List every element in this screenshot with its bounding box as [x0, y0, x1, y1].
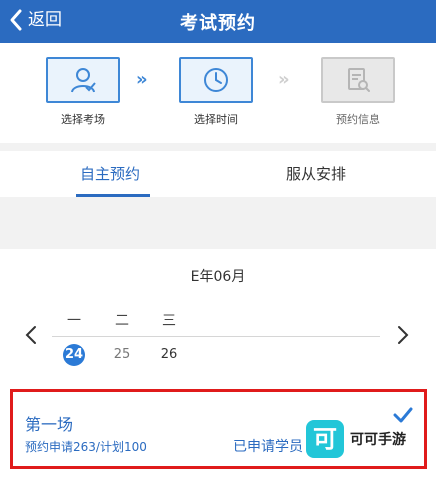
divider: [0, 197, 436, 249]
session-quota: 预约申请263/计划100: [25, 440, 147, 454]
weekday-label: 一: [67, 313, 81, 329]
step-arrow-icon: »: [136, 69, 148, 90]
day-26[interactable]: 26: [158, 344, 180, 366]
day-25[interactable]: 25: [111, 344, 133, 366]
step-select-venue: 选择考场: [38, 57, 128, 127]
step-box: [179, 57, 253, 103]
day-24[interactable]: 24: [63, 344, 85, 366]
next-week-button[interactable]: [392, 322, 414, 348]
month-label: E年06月: [190, 269, 246, 285]
prev-week-button[interactable]: [20, 322, 42, 348]
step-label: 选择时间: [194, 113, 238, 126]
step-arrow-icon: »: [278, 69, 290, 90]
step-booking-info: 预约信息: [313, 57, 403, 127]
step-label: 选择考场: [61, 113, 105, 126]
watermark-logo-icon: 可: [306, 420, 344, 458]
chevron-left-icon: [25, 326, 36, 344]
step-box: [46, 57, 120, 103]
weekday-label: 二: [115, 313, 129, 329]
clock-icon: [204, 68, 228, 92]
step-select-time: 选择时间: [171, 57, 261, 127]
step-label: 预约信息: [336, 113, 380, 126]
document-search-icon: [348, 68, 370, 92]
watermark: 可 可可手游: [306, 418, 434, 462]
weekday-label: 三: [162, 313, 176, 329]
watermark-text: 可可手游: [350, 432, 406, 448]
page-title: 考试预约: [180, 13, 256, 34]
tab-follow-arrangement[interactable]: 服从安排: [286, 163, 346, 184]
user-icon: [71, 68, 96, 93]
step-indicator: 选择考场 » 选择时间 » 预约信息: [0, 43, 436, 143]
session-title: 第一场: [25, 415, 74, 434]
calendar-divider: [52, 336, 380, 337]
navbar: 返回 考试预约: [0, 0, 436, 43]
session-applied-label: 已申请学员: [233, 439, 303, 455]
divider: [0, 143, 436, 151]
tab-bar: 自主预约 服从安排: [0, 151, 436, 197]
chevron-right-icon: [398, 326, 409, 344]
step-box: [321, 57, 395, 103]
tab-self-booking[interactable]: 自主预约: [80, 163, 140, 184]
